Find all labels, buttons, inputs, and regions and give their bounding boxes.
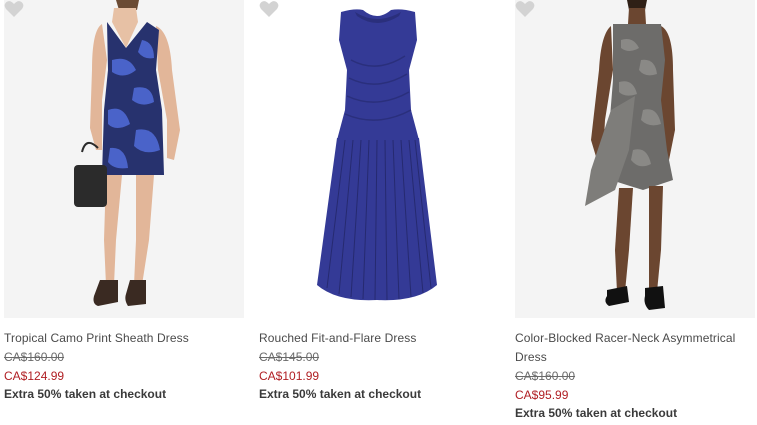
heart-icon[interactable] [4,0,24,18]
product-card[interactable]: Color-Blocked Racer-Neck Asymmetrical Dr… [515,0,755,425]
product-card[interactable]: Rouched Fit-and-Flare Dress CA$145.00 CA… [259,0,499,425]
product-name[interactable]: Tropical Camo Print Sheath Dress [4,329,244,348]
sale-price: CA$95.99 [515,388,569,402]
product-image[interactable] [515,0,755,318]
product-image[interactable] [4,0,244,318]
model-photo [585,0,675,310]
promo-text: Extra 50% taken at checkout [4,387,167,401]
model-photo [74,0,180,306]
dress-photo [317,9,437,301]
sale-price: CA$124.99 [4,369,65,383]
product-grid: Tropical Camo Print Sheath Dress CA$160.… [0,0,757,425]
original-price: CA$145.00 [259,350,320,364]
heart-icon[interactable] [515,0,535,18]
product-image[interactable] [259,0,499,318]
product-info: Rouched Fit-and-Flare Dress CA$145.00 CA… [259,318,499,404]
sale-price: CA$101.99 [259,369,320,383]
heart-icon[interactable] [259,0,279,18]
product-info: Tropical Camo Print Sheath Dress CA$160.… [4,318,244,404]
promo-text: Extra 50% taken at checkout [515,406,678,420]
product-name[interactable]: Rouched Fit-and-Flare Dress [259,329,499,348]
original-price: CA$160.00 [4,350,65,364]
product-name[interactable]: Color-Blocked Racer-Neck Asymmetrical Dr… [515,329,755,367]
original-price: CA$160.00 [515,369,576,383]
promo-text: Extra 50% taken at checkout [259,387,422,401]
product-card[interactable]: Tropical Camo Print Sheath Dress CA$160.… [4,0,244,425]
product-info: Color-Blocked Racer-Neck Asymmetrical Dr… [515,318,755,423]
